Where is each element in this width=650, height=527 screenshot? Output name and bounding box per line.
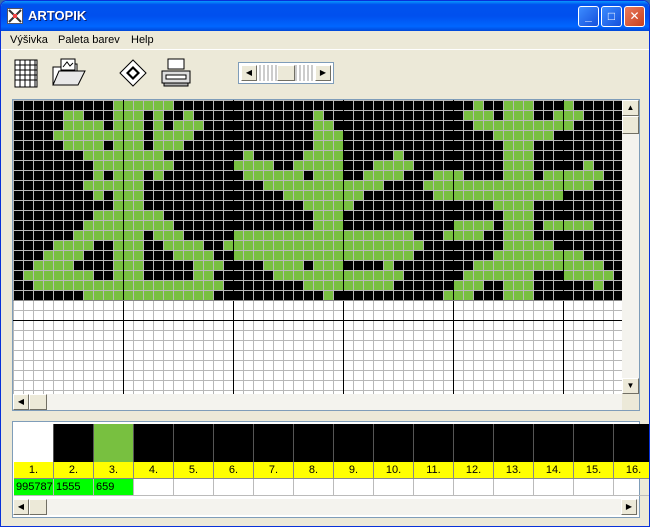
palette-stitch-count: [174, 479, 214, 496]
new-pattern-icon[interactable]: [11, 57, 43, 89]
palette-number: 15.: [574, 462, 614, 479]
palette-swatch[interactable]: [414, 424, 454, 462]
pattern-canvas-area: ▲ ▼ ◀: [12, 99, 640, 411]
palette-stitch-count: [534, 479, 574, 496]
palette-scrollbar[interactable]: ◀ ▶: [13, 499, 639, 515]
open-folder-icon[interactable]: [51, 57, 87, 89]
palette-number: 12.: [454, 462, 494, 479]
window-title: ARTOPIK: [28, 8, 87, 23]
palette-swatch[interactable]: [214, 424, 254, 462]
palette-number: 9.: [334, 462, 374, 479]
app-window: ARTOPIK _ □ ✕ Výšivka Paleta barev Help: [0, 0, 650, 527]
palette-swatch[interactable]: [254, 424, 294, 462]
palette-number: 13.: [494, 462, 534, 479]
palette-stitch-count: [614, 479, 649, 496]
palette-stitch-count: [374, 479, 414, 496]
palette-stitch-count: [214, 479, 254, 496]
palette-swatch[interactable]: [94, 424, 134, 462]
palette-number: 1.: [14, 462, 54, 479]
palette-scroll-right-icon[interactable]: ▶: [621, 499, 637, 515]
zoom-thumb[interactable]: [277, 65, 295, 81]
palette-swatch[interactable]: [334, 424, 374, 462]
palette-number: 7.: [254, 462, 294, 479]
horizontal-scrollbar[interactable]: ◀: [13, 394, 622, 410]
scroll-up-arrow-icon[interactable]: ▲: [622, 100, 639, 116]
palette-scroll-left-icon[interactable]: ◀: [13, 499, 29, 515]
print-icon[interactable]: [158, 57, 194, 89]
palette-swatch[interactable]: [54, 424, 94, 462]
close-button[interactable]: ✕: [624, 6, 645, 27]
menu-vysivka[interactable]: Výšivka: [10, 34, 48, 46]
palette-stitch-count: [294, 479, 334, 496]
vertical-scrollbar[interactable]: ▲ ▼: [622, 100, 639, 394]
palette-swatch[interactable]: [374, 424, 414, 462]
save-disk-icon[interactable]: [117, 57, 149, 89]
palette-number: 5.: [174, 462, 214, 479]
palette-stitch-count: 659: [94, 479, 134, 496]
palette-swatch[interactable]: [614, 424, 649, 462]
palette-number: 10.: [374, 462, 414, 479]
scroll-down-arrow-icon[interactable]: ▼: [622, 378, 639, 394]
minimize-button[interactable]: _: [578, 6, 599, 27]
toolbar: ◀ ▶: [1, 51, 649, 97]
palette-number: 14.: [534, 462, 574, 479]
palette-scroll-thumb[interactable]: [29, 499, 47, 515]
palette-swatch[interactable]: [134, 424, 174, 462]
palette-number: 3.: [94, 462, 134, 479]
palette-swatch[interactable]: [534, 424, 574, 462]
app-icon: [7, 8, 23, 24]
zoom-right-arrow-icon[interactable]: ▶: [315, 65, 331, 81]
palette-stitch-count: [254, 479, 294, 496]
palette-stitch-count: [574, 479, 614, 496]
palette-number: 16.: [614, 462, 649, 479]
palette-swatch[interactable]: [574, 424, 614, 462]
zoom-scrollbar[interactable]: ◀ ▶: [238, 62, 334, 84]
palette-number: 4.: [134, 462, 174, 479]
palette-swatch[interactable]: [294, 424, 334, 462]
palette-swatch[interactable]: [174, 424, 214, 462]
palette-number: 8.: [294, 462, 334, 479]
palette-stitch-count: [494, 479, 534, 496]
maximize-button[interactable]: □: [601, 6, 622, 27]
scroll-left-arrow-icon[interactable]: ◀: [13, 394, 29, 410]
scroll-corner: [622, 394, 639, 410]
horizontal-thumb[interactable]: [29, 394, 47, 410]
palette-number: 2.: [54, 462, 94, 479]
title-bar[interactable]: ARTOPIK _ □ ✕: [1, 1, 649, 31]
palette-stitch-count: [334, 479, 374, 496]
menu-paleta-barev[interactable]: Paleta barev: [58, 34, 120, 46]
palette-swatch[interactable]: [454, 424, 494, 462]
palette-number: 6.: [214, 462, 254, 479]
pattern-grid[interactable]: [13, 100, 622, 394]
color-palette: 1. 995787 2. 1555 3. 659 4. 5. 6. 7. 8. 9. 10. 11. 12.…: [12, 421, 649, 518]
palette-stitch-count: 1555: [54, 479, 94, 496]
palette-stitch-count: [454, 479, 494, 496]
menu-help[interactable]: Help: [131, 34, 154, 46]
vertical-thumb[interactable]: [622, 116, 639, 134]
palette-stitch-count: 995787: [14, 479, 54, 496]
menu-bar: Výšivka Paleta barev Help: [1, 31, 649, 50]
palette-swatch[interactable]: [14, 424, 54, 462]
palette-swatch[interactable]: [494, 424, 534, 462]
palette-number: 11.: [414, 462, 454, 479]
zoom-left-arrow-icon[interactable]: ◀: [241, 65, 257, 81]
palette-stitch-count: [414, 479, 454, 496]
palette-stitch-count: [134, 479, 174, 496]
